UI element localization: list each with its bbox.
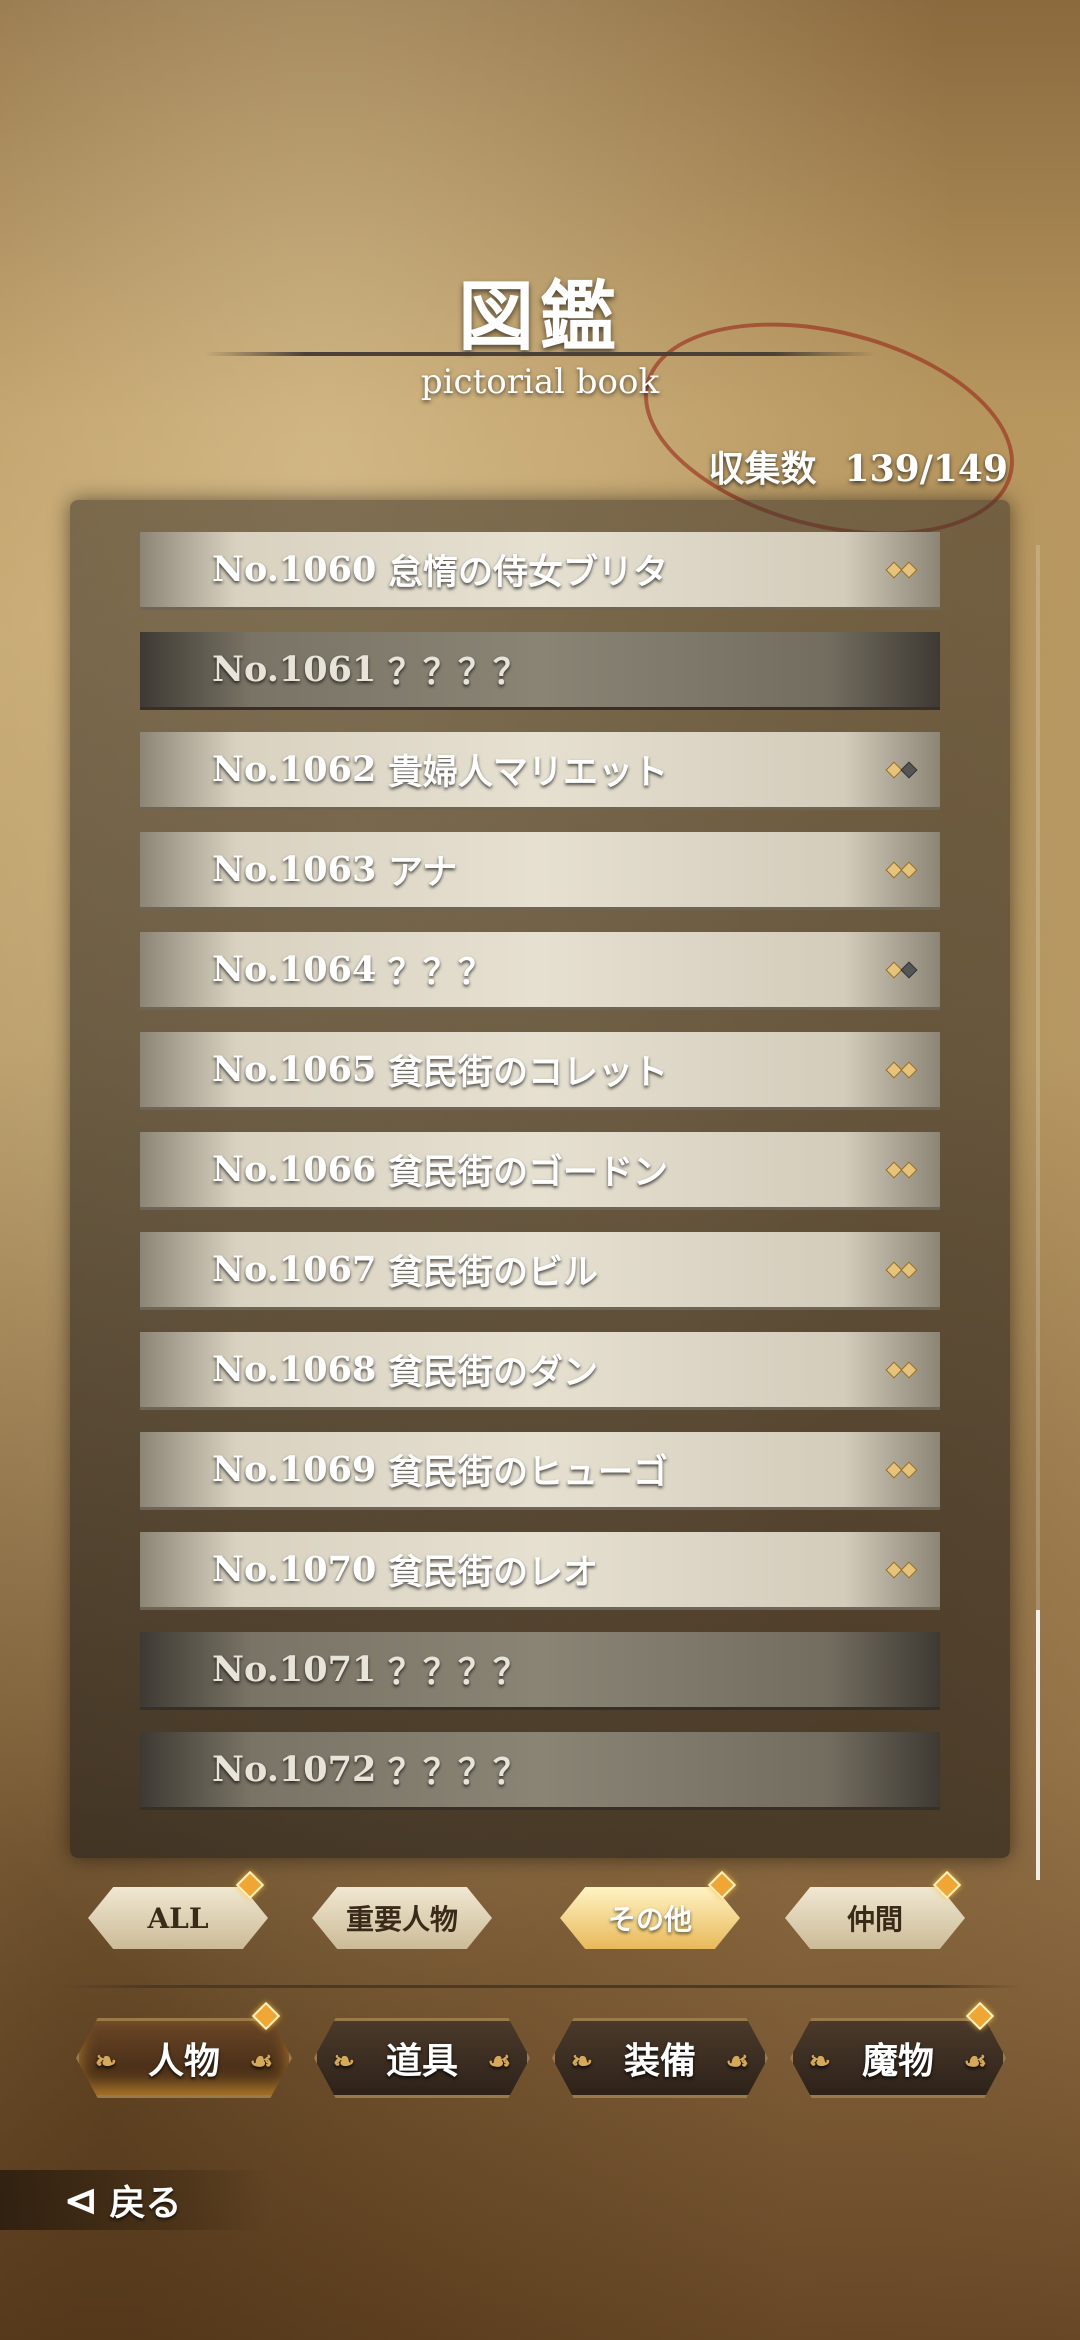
entry-number: No.1060 <box>212 549 377 590</box>
list-item[interactable]: No.1067 貧民街のビル <box>140 1232 940 1310</box>
entry-name: 貴婦人マリエット <box>388 752 669 793</box>
entry-name: 貧民街のコレット <box>388 1052 669 1093</box>
category-tab-0[interactable]: 人物 ❧ ☙ <box>76 2018 292 2098</box>
filter-tab-0[interactable]: ALL <box>88 1887 268 1949</box>
list-item[interactable]: No.1064 ？？？ <box>140 932 940 1010</box>
list-item[interactable]: No.1063 アナ <box>140 832 940 910</box>
scrollbar-thumb[interactable] <box>1036 1610 1040 1880</box>
category-tab-3[interactable]: 魔物 ❧ ☙ <box>790 2018 1006 2098</box>
entry-list-panel: No.1060 怠惰の侍女ブリタ No.1061 ？？？？ No.1062 貴婦人マリエッ… <box>70 500 1010 1858</box>
rank-diamond-icon <box>885 858 918 880</box>
filter-tab-1[interactable]: 重要人物 <box>312 1887 492 1949</box>
ornament-icon: ☙ <box>963 2047 987 2077</box>
ornament-icon: ☙ <box>249 2047 273 2077</box>
rank-diamond-icon <box>885 558 918 580</box>
rank-diamond-icon <box>885 758 918 780</box>
list-item[interactable]: No.1070 貧民街のレオ <box>140 1532 940 1610</box>
rank-diamond-icon <box>885 1558 918 1580</box>
filter-tab-2[interactable]: その他 <box>560 1887 740 1949</box>
entry-number: No.1063 <box>212 849 377 890</box>
collection-count: 収集数 139/149 <box>709 440 1008 492</box>
category-tab-2[interactable]: 装備 ❧ ☙ <box>552 2018 768 2098</box>
rank-diamond-icon <box>885 1458 918 1480</box>
list-item[interactable]: No.1071 ？？？？ <box>140 1632 940 1710</box>
rank-diamond-icon <box>885 1258 918 1280</box>
ornament-icon: ❧ <box>571 2047 593 2077</box>
rank-diamond-icon <box>885 1358 918 1380</box>
entry-name: ？？？？ <box>388 652 529 693</box>
back-button[interactable]: ⊲ 戻る <box>0 2170 270 2230</box>
entry-number: No.1062 <box>212 749 377 790</box>
entry-name: 貧民街のヒューゴ <box>388 1452 669 1493</box>
section-divider <box>58 1985 1022 1988</box>
entry-number: No.1068 <box>212 1349 377 1390</box>
entry-name: 貧民街のビル <box>388 1252 599 1293</box>
entry-name: 貧民街のゴードン <box>388 1152 669 1193</box>
category-tab-1[interactable]: 道具 ❧ ☙ <box>314 2018 530 2098</box>
ornament-icon: ☙ <box>487 2047 511 2077</box>
entry-number: No.1067 <box>212 1249 377 1290</box>
list-item[interactable]: No.1061 ？？？？ <box>140 632 940 710</box>
entry-number: No.1072 <box>212 1749 377 1790</box>
category-tab-label: 魔物 <box>861 2040 934 2082</box>
ornament-icon: ❧ <box>809 2047 831 2077</box>
filter-tab-3[interactable]: 仲間 <box>785 1887 965 1949</box>
page-subtitle: pictorial book <box>420 362 660 402</box>
collection-count-label: 収集数 <box>708 448 817 490</box>
rank-diamond-icon <box>885 958 918 980</box>
category-tab-label: 装備 <box>623 2040 696 2082</box>
rank-diamond-icon <box>885 1158 918 1180</box>
entry-number: No.1070 <box>212 1549 377 1590</box>
entry-number: No.1066 <box>212 1149 377 1190</box>
list-item[interactable]: No.1062 貴婦人マリエット <box>140 732 940 810</box>
entry-number: No.1065 <box>212 1049 377 1090</box>
entry-name: アナ <box>388 852 458 893</box>
list-item[interactable]: No.1066 貧民街のゴードン <box>140 1132 940 1210</box>
title-underline <box>205 352 875 356</box>
entry-name: ？？？ <box>388 952 494 993</box>
entry-number: No.1064 <box>212 949 377 990</box>
ornament-icon: ❧ <box>95 2047 117 2077</box>
entry-number: No.1071 <box>212 1649 377 1690</box>
collection-count-value: 139/149 <box>844 448 1008 490</box>
page-title: 図鑑 <box>458 272 622 361</box>
entry-name: ？？？？ <box>388 1652 529 1693</box>
entry-name: 貧民街のレオ <box>388 1552 599 1593</box>
rank-diamond-icon <box>885 1058 918 1080</box>
category-tab-label: 人物 <box>147 2040 220 2082</box>
entry-number: No.1069 <box>212 1449 377 1490</box>
entry-number: No.1061 <box>212 649 377 690</box>
list-item[interactable]: No.1072 ？？？？ <box>140 1732 940 1810</box>
ornament-icon: ☙ <box>725 2047 749 2077</box>
list-item[interactable]: No.1060 怠惰の侍女ブリタ <box>140 532 940 610</box>
back-label: 戻る <box>109 2182 182 2224</box>
category-tab-label: 道具 <box>385 2040 458 2082</box>
entry-name: ？？？？ <box>388 1752 529 1793</box>
ornament-icon: ❧ <box>333 2047 355 2077</box>
back-arrow-icon: ⊲ <box>64 2176 98 2224</box>
list-item[interactable]: No.1065 貧民街のコレット <box>140 1032 940 1110</box>
entry-name: 怠惰の侍女ブリタ <box>388 552 669 593</box>
list-item[interactable]: No.1069 貧民街のヒューゴ <box>140 1432 940 1510</box>
list-item[interactable]: No.1068 貧民街のダン <box>140 1332 940 1410</box>
entry-name: 貧民街のダン <box>388 1352 599 1393</box>
